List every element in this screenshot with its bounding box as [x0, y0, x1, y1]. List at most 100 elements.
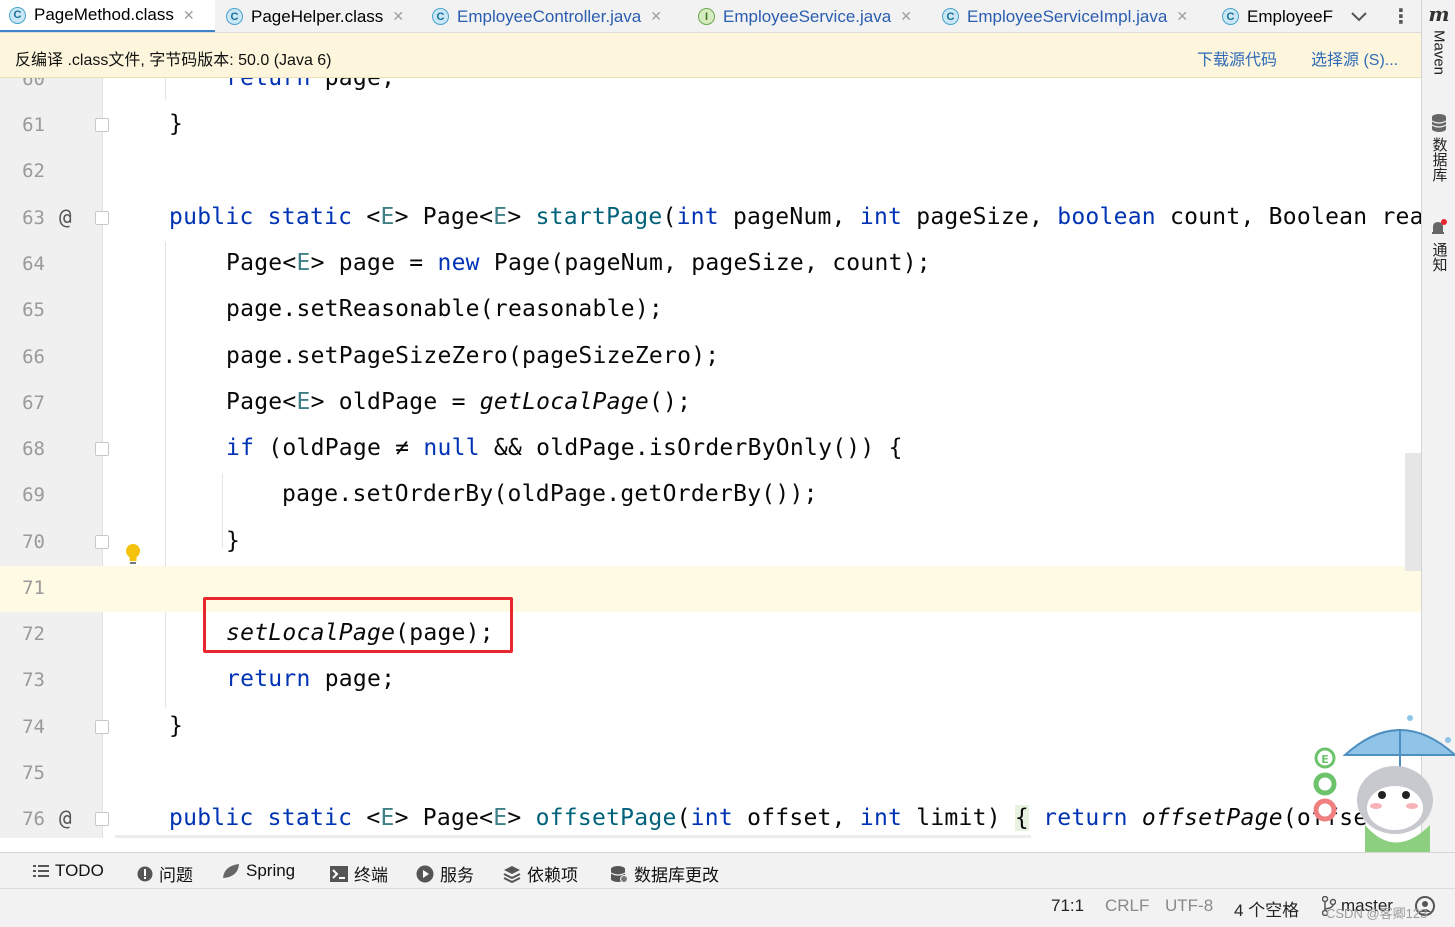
database-changes-icon: [610, 865, 628, 883]
dependencies-tool-button[interactable]: 依赖项: [503, 861, 578, 886]
problems-icon: [137, 866, 153, 882]
tab-pagemethod-class[interactable]: C PageMethod.class ✕: [0, 0, 215, 32]
code-text: Page<E> oldPage = getLocalPage();: [226, 389, 692, 415]
code-editor[interactable]: 60 return page; 61 } 62 63 @ public stat…: [0, 78, 1421, 838]
code-line: 68 if (oldPage ≠ null && oldPage.isOrder…: [0, 427, 1421, 473]
code-text: Page<E> page = new Page(pageNum, pageSiz…: [226, 250, 931, 276]
line-number: 61: [22, 114, 45, 136]
dependencies-icon: [503, 865, 521, 883]
indent-setting[interactable]: 4 个空格: [1234, 896, 1299, 921]
notifications-tool-button[interactable]: 通知: [1422, 218, 1455, 272]
choose-sources-link[interactable]: 选择源 (S)...: [1311, 46, 1398, 70]
code-line: 61 }: [0, 103, 1421, 149]
services-tool-button[interactable]: 服务: [416, 861, 474, 886]
code-text: }: [226, 528, 241, 554]
tab-label: EmployeeF: [1247, 6, 1333, 26]
tab-employeeservice-java[interactable]: I EmployeeService.java ✕: [698, 0, 912, 32]
close-icon[interactable]: ✕: [900, 8, 912, 25]
code-text: page.setPageSizeZero(pageSizeZero);: [226, 343, 720, 369]
lightbulb-icon[interactable]: [124, 543, 142, 571]
code-text: public static <E> Page<E> startPage(int …: [169, 204, 1421, 230]
maven-tool-button[interactable]: m Maven: [1422, 2, 1455, 75]
caret-position[interactable]: 71:1: [1051, 896, 1084, 916]
line-number: 75: [22, 762, 45, 784]
editor-tab-bar: C PageMethod.class ✕ C PageHelper.class …: [0, 0, 1421, 33]
code-line: 73 return page;: [0, 658, 1421, 704]
highlight-box: [203, 597, 513, 653]
line-number: 64: [22, 253, 45, 275]
status-bar: 71:1 CRLF UTF-8 4 个空格 master CSDN @客卿123: [0, 888, 1455, 927]
code-text: public static <E> Page<E> offsetPage(int…: [169, 805, 1381, 831]
problems-label: 问题: [159, 866, 193, 885]
close-icon[interactable]: ✕: [183, 7, 195, 24]
code-line: 65 page.setReasonable(reasonable);: [0, 288, 1421, 334]
tab-employeecontroller-java[interactable]: C EmployeeController.java ✕: [432, 0, 662, 32]
maven-label: Maven: [1430, 30, 1448, 76]
code-text: page.setOrderBy(oldPage.getOrderBy());: [282, 481, 818, 507]
code-line: 75: [0, 751, 1421, 797]
annotation-marker-icon[interactable]: @: [59, 205, 72, 229]
line-number: 70: [22, 531, 45, 553]
list-icon: [33, 864, 49, 878]
tab-employeeserviceimpl-java[interactable]: C EmployeeServiceImpl.java ✕: [942, 0, 1188, 32]
code-line: 69 page.setOrderBy(oldPage.getOrderBy())…: [0, 473, 1421, 519]
code-text: }: [169, 713, 184, 739]
code-text: return page;: [226, 666, 396, 692]
more-vertical-icon[interactable]: ⋮: [1391, 2, 1411, 30]
database-changes-tool-button[interactable]: 数据库更改: [610, 861, 719, 886]
code-text: return page;: [226, 78, 396, 91]
fold-start-icon[interactable]: [95, 211, 109, 225]
line-number: 74: [22, 716, 45, 738]
tab-label: EmployeeController.java: [457, 6, 642, 26]
todo-label: TODO: [55, 861, 104, 880]
download-sources-link[interactable]: 下载源代码: [1197, 46, 1277, 70]
code-line: 74 }: [0, 705, 1421, 751]
file-encoding[interactable]: UTF-8: [1165, 896, 1213, 916]
class-icon: C: [1222, 8, 1239, 25]
spring-label: Spring: [246, 861, 296, 880]
chevron-down-icon[interactable]: [1346, 4, 1372, 30]
decompiled-class-banner: 反编译 .class文件, 字节码版本: 50.0 (Java 6) 下载源代码…: [0, 33, 1421, 78]
code-line: 64 Page<E> page = new Page(pageNum, page…: [0, 242, 1421, 288]
maven-icon: m: [1428, 2, 1450, 26]
terminal-tool-button[interactable]: 终端: [330, 861, 388, 886]
horizontal-scrollbar[interactable]: [115, 835, 1031, 838]
line-number: 67: [22, 392, 45, 414]
spring-tool-button[interactable]: Spring: [222, 861, 295, 881]
close-icon[interactable]: ✕: [650, 8, 662, 25]
bell-icon: [1432, 219, 1447, 234]
terminal-icon: [330, 865, 348, 882]
line-number: 60: [22, 78, 45, 90]
todo-tool-button[interactable]: TODO: [33, 861, 104, 881]
fold-end-icon[interactable]: [95, 535, 109, 549]
line-number: 73: [22, 669, 45, 691]
code-line: 66 page.setPageSizeZero(pageSizeZero);: [0, 335, 1421, 381]
tool-window-bar: TODO 问题 Spring 终端 服务 依赖项 数据库更改: [0, 852, 1455, 888]
code-text: page.setReasonable(reasonable);: [226, 296, 664, 322]
class-icon: C: [942, 8, 959, 25]
tab-label: EmployeeService.java: [723, 6, 892, 26]
problems-tool-button[interactable]: 问题: [137, 861, 193, 886]
line-number: 69: [22, 484, 45, 506]
database-tool-button[interactable]: 数据库: [1422, 113, 1455, 182]
fold-end-icon[interactable]: [95, 720, 109, 734]
line-number: 68: [22, 438, 45, 460]
fold-end-icon[interactable]: [95, 118, 109, 132]
tab-label: PageHelper.class: [251, 6, 384, 26]
close-icon[interactable]: ✕: [1176, 8, 1188, 25]
close-icon[interactable]: ✕: [392, 8, 404, 25]
line-number: 71: [22, 577, 45, 599]
spring-icon: [222, 863, 240, 879]
dependencies-label: 依赖项: [527, 866, 578, 885]
tab-pagehelper-class[interactable]: C PageHelper.class ✕: [226, 0, 404, 32]
annotation-marker-icon[interactable]: @: [59, 806, 72, 830]
terminal-label: 终端: [354, 866, 388, 885]
vertical-scrollbar-thumb[interactable]: [1405, 453, 1421, 571]
tab-employee-truncated[interactable]: C EmployeeF: [1222, 0, 1333, 32]
database-label: 数据库: [1430, 137, 1448, 182]
line-separator[interactable]: CRLF: [1105, 896, 1149, 916]
fold-expand-icon[interactable]: [95, 812, 109, 826]
line-number: 76: [22, 808, 45, 830]
fold-start-icon[interactable]: [95, 442, 109, 456]
code-line: 76 @ public static <E> Page<E> offsetPag…: [0, 797, 1421, 838]
